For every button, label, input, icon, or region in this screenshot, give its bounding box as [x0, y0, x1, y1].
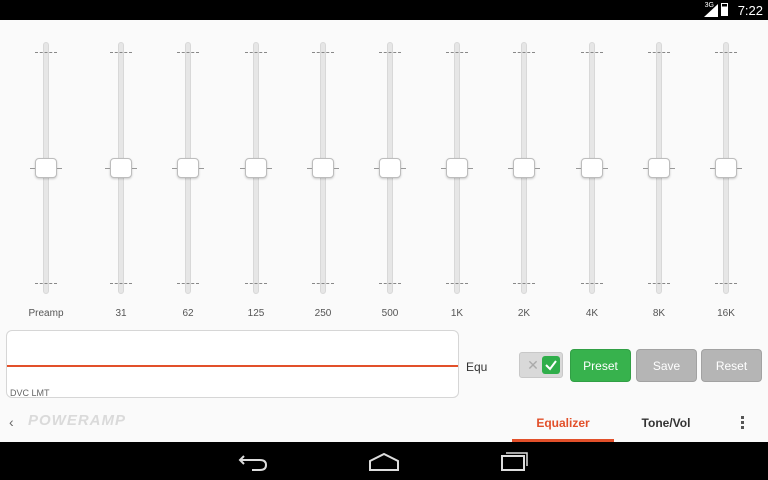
eq-slider-8k[interactable]	[643, 42, 675, 294]
slider-thumb[interactable]	[172, 158, 204, 178]
status-time: 7:22	[737, 3, 763, 18]
signal-icon	[704, 4, 718, 17]
app-root: 3G 7:22 Preamp 31 62 125 250 500 1K 2K 4K 8K 16K D…	[0, 0, 768, 480]
eq-slider-125[interactable]	[240, 42, 272, 294]
overflow-menu-icon[interactable]	[736, 416, 748, 430]
dvc-limit-label: DVC LMT	[10, 388, 50, 398]
slider-limit-tick	[110, 52, 132, 53]
slider-thumb[interactable]	[710, 158, 742, 178]
eq-curve-display[interactable]: DVC LMT	[6, 330, 459, 398]
slider-limit-tick	[379, 283, 401, 284]
slider-limit-tick	[245, 283, 267, 284]
bottom-tab-bar: ‹ POWERAMP Equalizer Tone/Vol	[0, 402, 768, 442]
band-label: 31	[115, 308, 127, 319]
slider-thumb[interactable]	[30, 158, 62, 178]
slider-limit-tick	[110, 283, 132, 284]
close-icon: ✕	[527, 357, 539, 373]
band-label: Preamp	[28, 308, 64, 319]
slider-limit-tick	[648, 52, 670, 53]
slider-limit-tick	[177, 52, 199, 53]
slider-limit-tick	[35, 283, 57, 284]
band-label: 4K	[585, 308, 599, 319]
slider-limit-tick	[648, 283, 670, 284]
band-label: 62	[182, 308, 194, 319]
slider-limit-tick	[35, 52, 57, 53]
band-label: 125	[247, 308, 265, 319]
slider-thumb[interactable]	[643, 158, 675, 178]
slider-limit-tick	[312, 283, 334, 284]
eq-slider-250[interactable]	[307, 42, 339, 294]
tab-equalizer[interactable]: Equalizer	[512, 402, 614, 442]
slider-limit-tick	[446, 283, 468, 284]
slider-limit-tick	[715, 52, 737, 53]
slider-limit-tick	[513, 52, 535, 53]
eq-slider-preamp[interactable]	[30, 42, 62, 294]
eq-slider-62[interactable]	[172, 42, 204, 294]
checkmark-icon	[542, 356, 560, 374]
slider-limit-tick	[446, 52, 468, 53]
slider-limit-tick	[581, 52, 603, 53]
band-label: 250	[314, 308, 332, 319]
tab-tone-vol[interactable]: Tone/Vol	[615, 402, 717, 442]
poweramp-logo[interactable]: POWERAMP	[28, 412, 126, 429]
eq-slider-1k[interactable]	[441, 42, 473, 294]
chevron-left-icon[interactable]: ‹	[9, 414, 14, 430]
eq-slider-2k[interactable]	[508, 42, 540, 294]
band-label: 1K	[450, 308, 464, 319]
eq-slider-4k[interactable]	[576, 42, 608, 294]
slider-limit-tick	[312, 52, 334, 53]
band-label: 16K	[717, 308, 735, 319]
slider-thumb[interactable]	[240, 158, 272, 178]
slider-limit-tick	[581, 283, 603, 284]
status-bar: 3G 7:22	[0, 0, 768, 20]
nav-back-icon[interactable]	[234, 448, 274, 474]
band-label: 500	[381, 308, 399, 319]
system-nav-bar	[0, 442, 768, 480]
slider-thumb[interactable]	[441, 158, 473, 178]
eq-slider-16k[interactable]	[710, 42, 742, 294]
slider-limit-tick	[513, 283, 535, 284]
battery-icon	[721, 3, 728, 16]
slider-thumb[interactable]	[576, 158, 608, 178]
band-label: 2K	[517, 308, 531, 319]
slider-limit-tick	[245, 52, 267, 53]
band-label: 8K	[652, 308, 666, 319]
save-button[interactable]: Save	[636, 349, 697, 382]
slider-thumb[interactable]	[508, 158, 540, 178]
eq-slider-500[interactable]	[374, 42, 406, 294]
equ-toggle[interactable]: ✕	[519, 352, 563, 378]
slider-thumb[interactable]	[374, 158, 406, 178]
slider-limit-tick	[177, 283, 199, 284]
slider-thumb[interactable]	[105, 158, 137, 178]
nav-recents-icon[interactable]	[494, 448, 534, 474]
reset-button[interactable]: Reset	[701, 349, 762, 382]
slider-limit-tick	[379, 52, 401, 53]
eq-slider-31[interactable]	[105, 42, 137, 294]
slider-limit-tick	[715, 283, 737, 284]
preset-button[interactable]: Preset	[570, 349, 631, 382]
eq-curve-line	[7, 365, 458, 367]
slider-thumb[interactable]	[307, 158, 339, 178]
nav-home-icon[interactable]	[364, 448, 404, 474]
equ-label: Equ	[466, 360, 488, 374]
